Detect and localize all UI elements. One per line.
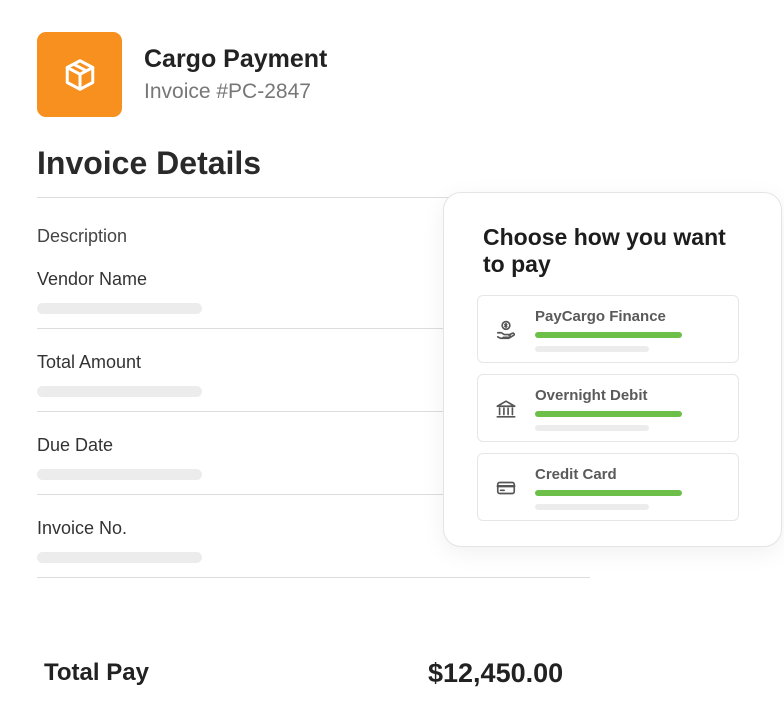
total-pay-value: $12,450.00: [428, 658, 564, 688]
payment-option-placeholder: [535, 346, 649, 352]
due-date-label: Due Date: [37, 435, 114, 455]
total-pay-label: Total Pay: [44, 659, 149, 686]
divider: [37, 577, 590, 578]
invoice-no-value-placeholder: [37, 552, 202, 563]
credit-card-icon: [495, 477, 517, 499]
payment-method-card: Choose how you want to pay PayCargo Fina…: [443, 192, 782, 547]
invoice-no-label: Invoice No.: [37, 518, 128, 538]
invoice-number-subtitle: Invoice #PC-2847: [144, 80, 311, 103]
payment-option-overnight-debit[interactable]: Overnight Debit: [477, 374, 739, 442]
bank-icon: [495, 398, 517, 420]
description-label: Description: [37, 226, 128, 246]
payment-option-bar: [535, 332, 682, 338]
hand-coin-icon: [495, 319, 517, 341]
payment-option-label: PayCargo Finance: [535, 308, 666, 325]
payment-option-label: Overnight Debit: [535, 387, 648, 404]
payment-option-placeholder: [535, 504, 649, 510]
vendor-name-value-placeholder: [37, 303, 202, 314]
payment-method-title: Choose how you want to pay: [483, 224, 726, 277]
payment-option-placeholder: [535, 425, 649, 431]
box-icon: [65, 58, 94, 91]
payment-option-label: Credit Card: [535, 466, 617, 483]
total-amount-value-placeholder: [37, 386, 202, 397]
payment-option-paycargo-finance[interactable]: PayCargo Finance: [477, 295, 739, 363]
payment-option-credit-card[interactable]: Credit Card: [477, 453, 739, 521]
total-amount-label: Total Amount: [37, 352, 142, 372]
payment-option-bar: [535, 411, 682, 417]
app-title: Cargo Payment: [144, 45, 328, 73]
vendor-name-label: Vendor Name: [37, 269, 148, 289]
app-logo: [37, 32, 122, 117]
invoice-details-title: Invoice Details: [37, 145, 262, 181]
payment-option-bar: [535, 490, 682, 496]
due-date-value-placeholder: [37, 469, 202, 480]
